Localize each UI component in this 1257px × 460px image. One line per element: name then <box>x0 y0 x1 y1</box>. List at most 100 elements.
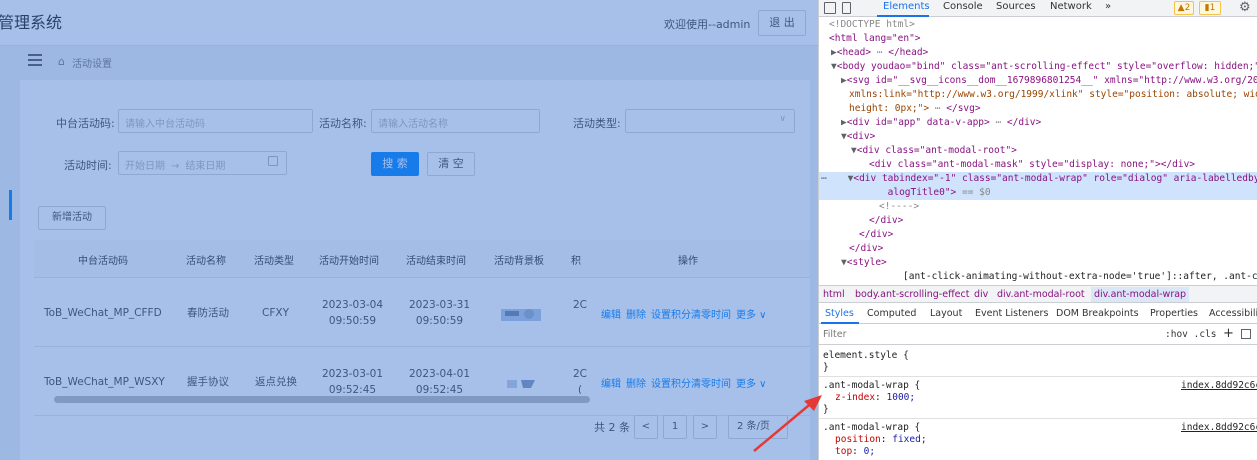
style-declaration[interactable]: top: 0; <box>835 446 875 458</box>
type-select[interactable]: ∨ <box>625 109 795 133</box>
dom-line[interactable]: [ant-click-animating-without-extra-node=… <box>903 270 1257 284</box>
set-points-clear-time-link[interactable]: 设置积分清零时间 <box>651 310 731 321</box>
start-date-placeholder: 开始日期 <box>125 161 165 172</box>
style-source-link[interactable]: index.8dd92c6c <box>1181 422 1257 433</box>
name-input[interactable]: 请输入活动名称 <box>371 109 540 133</box>
computed-sidebar-icon[interactable] <box>1241 329 1251 339</box>
crumb-body[interactable]: body.ant-scrolling-effect <box>855 289 969 300</box>
set-points-clear-time-link[interactable]: 设置积分清零时间 <box>651 379 731 390</box>
background-thumbnail[interactable] <box>501 374 541 392</box>
active-tab-indicator <box>877 15 929 17</box>
filter-input[interactable]: Filter <box>823 329 847 340</box>
new-rule-icon[interactable]: + <box>1223 326 1234 341</box>
dom-line[interactable]: </div> <box>859 228 1257 242</box>
pagination-next[interactable]: > <box>693 415 717 439</box>
dom-line[interactable]: <!DOCTYPE html> <box>829 18 1257 32</box>
name-label: 活动名称: <box>319 117 367 130</box>
col-end: 活动结束时间 <box>406 256 466 267</box>
style-source-link[interactable]: index.8dd92c6c <box>1181 380 1257 391</box>
pagination-page-1[interactable]: 1 <box>663 415 687 439</box>
col-actions: 操作 <box>678 256 698 267</box>
dom-line[interactable]: ▶<svg id="__svg__icons__dom__16798968012… <box>841 74 1257 88</box>
dom-line-selected[interactable]: ⋯ ▼<div tabindex="-1" class="ant-modal-w… <box>819 172 1257 186</box>
crumb-html[interactable]: html <box>823 289 845 300</box>
gear-icon[interactable]: ⚙ <box>1239 0 1251 15</box>
tab-properties[interactable]: Properties <box>1150 308 1198 319</box>
dom-line[interactable]: ▼<div> <box>841 130 1257 144</box>
dom-line[interactable]: <div class="ant-modal-mask" style="displ… <box>869 158 1257 172</box>
background-thumbnail[interactable] <box>501 305 541 323</box>
more-tabs-icon[interactable]: » <box>1105 1 1111 12</box>
dom-line[interactable]: <html lang="en"> <box>829 32 1257 46</box>
edit-link[interactable]: 编辑 <box>601 310 621 321</box>
cell-name: 握手协议 <box>187 376 229 388</box>
crumb-modal-wrap[interactable]: div.ant-modal-wrap <box>1091 287 1190 302</box>
tab-styles[interactable]: Styles <box>825 308 854 319</box>
home-icon[interactable]: ⌂ <box>58 55 65 68</box>
style-declaration[interactable]: z-index: 1000; <box>835 392 915 404</box>
tab-sources[interactable]: Sources <box>996 1 1036 12</box>
hov-cls-toggle[interactable]: :hov .cls <box>1165 329 1216 340</box>
dom-line[interactable]: ▼<style> <box>841 256 1257 270</box>
device-toolbar-icon[interactable] <box>842 2 851 14</box>
rule-selector[interactable]: .ant-modal-wrap { <box>823 422 920 434</box>
rule-divider <box>819 376 1257 377</box>
tab-computed[interactable]: Computed <box>867 308 916 319</box>
dom-line[interactable]: ▶<div id="app" data-v-app> ⋯ </div> <box>841 116 1257 130</box>
code-label: 中台活动码: <box>56 117 115 130</box>
rule-divider <box>819 418 1257 419</box>
tab-layout[interactable]: Layout <box>930 308 962 319</box>
clear-button[interactable]: 清 空 <box>427 152 475 176</box>
app-title: 管理系统 <box>0 13 63 32</box>
dom-line[interactable]: height: 0px;"> ⋯ </svg> <box>849 102 1257 116</box>
inspect-element-icon[interactable] <box>824 2 836 14</box>
rule-selector[interactable]: .ant-modal-wrap { <box>823 380 920 392</box>
page-size-select[interactable]: 2 条/页 <box>728 415 788 439</box>
col-type: 活动类型 <box>254 256 294 267</box>
dom-line[interactable]: </div> <box>849 242 1257 256</box>
range-arrow: → <box>171 161 180 172</box>
search-button[interactable]: 搜 索 <box>371 152 419 176</box>
dom-line[interactable]: </div> <box>869 214 1257 228</box>
tab-accessibility[interactable]: Accessibili <box>1209 308 1257 319</box>
tab-network[interactable]: Network <box>1050 1 1092 12</box>
tab-console[interactable]: Console <box>943 1 983 12</box>
logout-button[interactable]: 退 出 <box>758 10 806 36</box>
more-dropdown[interactable]: 更多 ∨ <box>736 310 767 321</box>
tab-elements[interactable]: Elements <box>883 1 930 12</box>
crumb-div[interactable]: div <box>974 289 988 300</box>
chevron-down-icon: ∨ <box>779 114 786 124</box>
dom-line[interactable]: xmlns:link="http://www.w3.org/1999/xlink… <box>849 88 1257 102</box>
rule-selector[interactable]: element.style { <box>823 350 909 362</box>
warning-count-badge[interactable]: ▲2 <box>1174 1 1194 15</box>
dom-line-selected[interactable]: alogTitle0"> == $0 <box>819 186 1257 200</box>
table-row: ToB_WeChat_MP_WSXY 握手协议 返点兑换 2023-03-01 0… <box>34 348 810 416</box>
dom-line[interactable]: ▼<div class="ant-modal-root"> <box>851 144 1257 158</box>
pagination-prev[interactable]: < <box>634 415 658 439</box>
edit-link[interactable]: 编辑 <box>601 379 621 390</box>
styles-filter-bar: Filter :hov .cls + <box>819 325 1257 345</box>
dom-line[interactable]: <!----> <box>879 200 1257 214</box>
col-name: 活动名称 <box>186 256 226 267</box>
dom-line[interactable]: ▼<body youdao="bind" class="ant-scrollin… <box>831 60 1257 74</box>
tab-dom-breakpoints[interactable]: DOM Breakpoints <box>1056 308 1139 319</box>
dom-line[interactable]: ▶<head> ⋯ </head> <box>831 46 1257 60</box>
cell-code: ToB_WeChat_MP_CFFD <box>44 307 162 319</box>
active-subtab-indicator <box>821 322 859 324</box>
issue-count-badge[interactable]: ▮1 <box>1199 1 1221 15</box>
more-dropdown[interactable]: 更多 ∨ <box>736 379 767 390</box>
delete-link[interactable]: 删除 <box>626 310 646 321</box>
menu-fold-icon[interactable] <box>28 54 42 66</box>
add-activity-button[interactable]: 新增活动 <box>38 206 106 230</box>
crumb-modal-root[interactable]: div.ant-modal-root <box>997 289 1085 300</box>
table-horizontal-scrollbar[interactable] <box>34 394 810 404</box>
pagination-total: 共 2 条 <box>594 421 630 434</box>
cell-name: 春防活动 <box>187 307 229 319</box>
delete-link[interactable]: 删除 <box>626 379 646 390</box>
date-range-picker[interactable]: 开始日期 → 结束日期 <box>118 151 287 175</box>
cell-start: 2023-03-04 09:50:59 <box>322 299 384 327</box>
code-input[interactable]: 请输入中台活动码 <box>118 109 313 133</box>
tab-event-listeners[interactable]: Event Listeners <box>975 308 1048 319</box>
style-declaration[interactable]: position: fixed; <box>835 434 927 446</box>
scrollbar-thumb[interactable] <box>54 396 590 403</box>
